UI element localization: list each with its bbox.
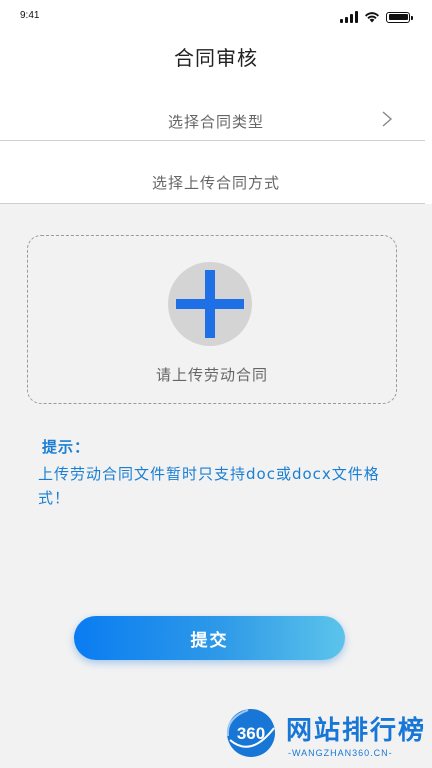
upload-method-placeholder: 选择上传合同方式 (151, 173, 280, 192)
upload-method-selector[interactable]: 选择上传合同方式 (0, 158, 432, 206)
upload-label: 请上传劳动合同 (155, 366, 268, 384)
watermark-title: 网站排行榜 (286, 716, 427, 746)
watermark-logo-text: 360 (237, 724, 265, 743)
battery-icon (386, 11, 413, 23)
contract-type-selector[interactable]: 选择合同类型 (0, 97, 432, 145)
contract-type-placeholder: 选择合同类型 (167, 112, 264, 131)
divider (0, 203, 425, 204)
plus-icon[interactable] (168, 262, 252, 346)
status-icons (340, 11, 413, 23)
divider (0, 140, 425, 141)
signal-icon (340, 11, 358, 23)
submit-button[interactable]: 提交 (74, 616, 345, 660)
watermark-logo: 360 (226, 709, 275, 757)
watermark-subtitle: -WANGZHAN360.CN- (288, 748, 393, 758)
page-title: 合同审核 (174, 46, 258, 70)
watermark: 360 网站排行榜 -WANGZHAN360.CN- (218, 704, 432, 768)
tip-body: 上传劳动合同文件暂时只支持doc或docx文件格式！ (38, 465, 380, 507)
tip-title: 提示： (42, 438, 91, 456)
status-bar: 9:41 (0, 0, 432, 36)
upload-area[interactable]: 请上传劳动合同 (27, 235, 397, 404)
wifi-icon (365, 12, 379, 23)
header-area: 9:41 合同审核 选择合同类型 选择上传合同方式 (0, 0, 432, 204)
chevron-right-icon[interactable] (380, 110, 394, 128)
status-time: 9:41 (20, 10, 40, 21)
contract-review-screen: 9:41 合同审核 选择合同类型 选择上传合同方式 请上传劳动合同 提示： 上传… (0, 0, 432, 768)
